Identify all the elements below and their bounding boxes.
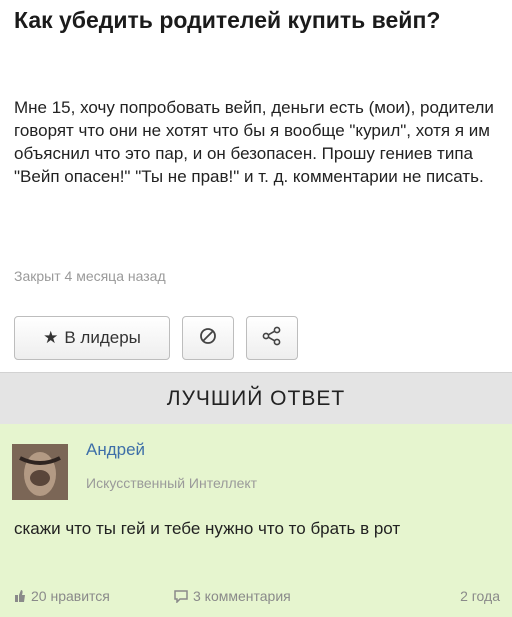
like-icon (14, 589, 26, 603)
share-button[interactable] (246, 316, 298, 360)
to-leaders-button[interactable]: ★ В лидеры (14, 316, 170, 360)
star-icon: ★ (43, 328, 59, 347)
to-leaders-label: В лидеры (64, 328, 141, 347)
comments-count: 3 комментария (193, 588, 291, 604)
author-name-link[interactable]: Андрей (86, 440, 145, 460)
comments-link[interactable]: 3 комментария (174, 588, 291, 604)
share-icon (262, 326, 282, 351)
report-button[interactable] (182, 316, 234, 360)
comment-icon (174, 589, 188, 603)
avatar[interactable] (12, 444, 68, 500)
best-answer-card: Андрей Искусственный Интеллект скажи что… (0, 424, 512, 617)
author-rank: Искусственный Интеллект (86, 475, 258, 491)
answer-age: 2 года (460, 588, 500, 604)
question-body: Мне 15, хочу попробовать вейп, деньги ес… (14, 98, 494, 186)
likes-count: 20 нравится (31, 588, 110, 604)
question-card: Как убедить родителей купить вейп? Мне 1… (0, 0, 512, 370)
block-icon (199, 327, 217, 350)
question-status: Закрыт 4 месяца назад (14, 268, 166, 284)
answer-footer: 20 нравится 3 комментария 2 года (14, 588, 500, 610)
answer-text: скажи что ты гей и тебе нужно что то бра… (14, 519, 401, 538)
like-button[interactable]: 20 нравится (14, 588, 110, 604)
question-title: Как убедить родителей купить вейп? (14, 7, 441, 33)
best-answer-header: ЛУЧШИЙ ОТВЕТ (0, 372, 512, 425)
